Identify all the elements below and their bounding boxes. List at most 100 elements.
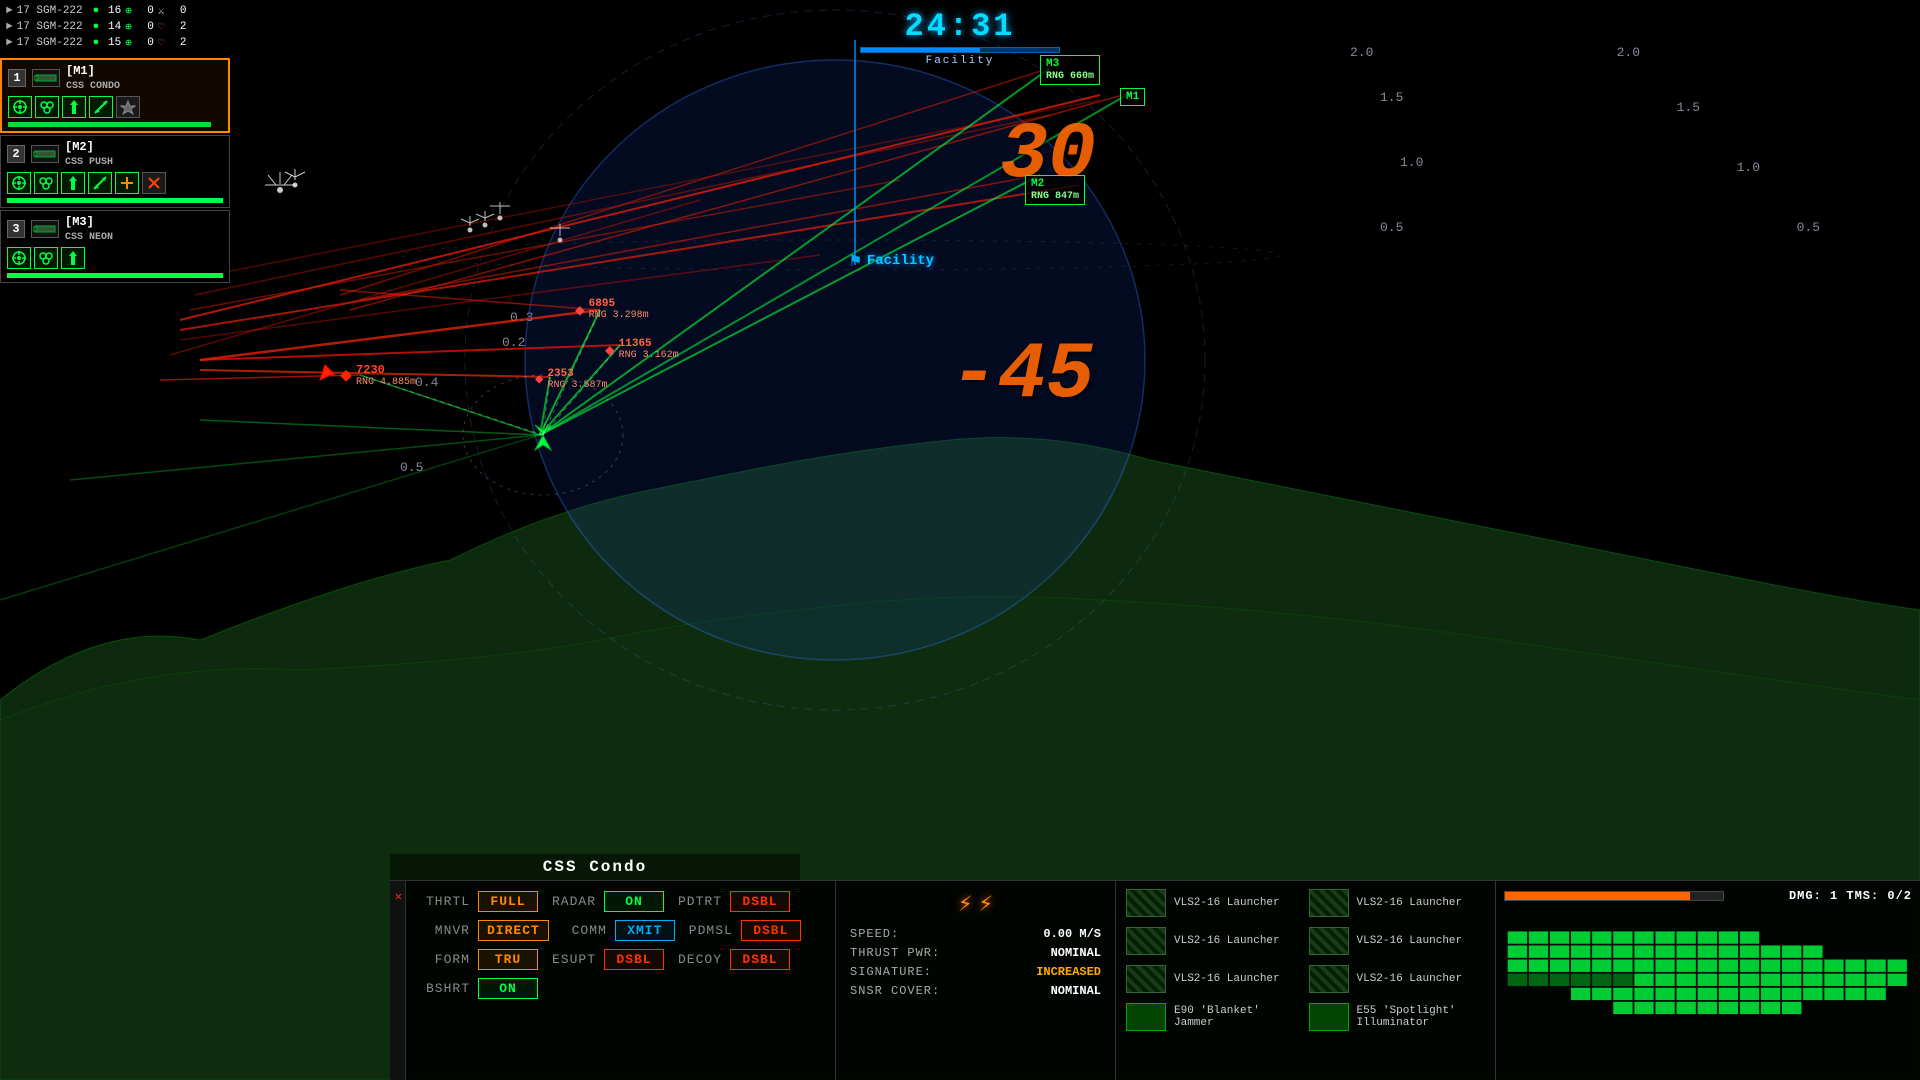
enemy-11365: ◆ 11365 RNG 3.162m (605, 338, 679, 361)
weapon-e90: E90 'Blanket'Jammer (1126, 1003, 1303, 1031)
lightning-icons: ⚡ ⚡ (850, 889, 1101, 919)
left-edge-indicator: ✕ (390, 881, 406, 1080)
esupt-label: ESUPT (546, 952, 596, 967)
unit-action-target-3[interactable] (7, 247, 31, 269)
lightning-icon-2: ⚡ (979, 889, 993, 919)
weapon-name-vls3: VLS2-16 Launcher (1174, 935, 1280, 947)
facility-marker: ⚑ Facility (850, 250, 934, 272)
bshrt-value[interactable]: ON (478, 978, 538, 999)
game-canvas: 2.0 1.5 1.0 0.5 2.0 1.5 1.0 0.5 0.5 0.4 … (0, 0, 1920, 1080)
thrtl-label: THRTL (420, 894, 470, 909)
snsr-row: SNSR COVER: NOMINAL (850, 984, 1101, 998)
unit-name-2: [M2]CSS PUSH (65, 140, 113, 168)
unit-health-3 (7, 273, 223, 278)
range-label-05-bl: 0.5 (400, 460, 423, 475)
pdmsl-value[interactable]: DSBL (741, 920, 801, 941)
unit-subname-2: CSS PUSH (65, 157, 113, 168)
missile-dot-3: ● (93, 37, 100, 49)
weapon-name-vls6: VLS2-16 Launcher (1357, 973, 1463, 985)
speed-row: SPEED: 0.00 M/S (850, 927, 1101, 941)
enemy-7230-id: 7230 (356, 363, 416, 377)
m2-id: M2 (1031, 178, 1044, 190)
weapon-e55: E55 'Spotlight'Illuminator (1309, 1003, 1486, 1031)
unit-action-move-3[interactable] (61, 247, 85, 269)
missile-count-3: 15 (103, 37, 121, 49)
unit-action-group-2[interactable] (34, 172, 58, 194)
unit-action-group-3[interactable] (34, 247, 58, 269)
mnvr-label: MNVR (420, 923, 470, 938)
unit-action-special2-2[interactable] (115, 172, 139, 194)
unit-card-1[interactable]: 1 [M1]CSS CONDO (0, 58, 230, 133)
facility-label: Facility (867, 253, 934, 269)
unit-action-move-2[interactable] (61, 172, 85, 194)
unit-icon-2 (31, 145, 59, 163)
range-label-10-right: 1.0 (1400, 155, 1423, 170)
unit-card-2[interactable]: 2 [M2]CSS PUSH (0, 135, 230, 208)
unit-health-2 (7, 198, 223, 203)
thrust-key: THRUST PWR: (850, 946, 940, 960)
unit-name-1: [M1]CSS CONDO (66, 64, 120, 92)
enemy-2353-rng: RNG 3.587m (547, 380, 607, 391)
decoy-label: DECOY (672, 952, 722, 967)
weapon-vls4: VLS2-16 Launcher (1309, 927, 1486, 955)
weapon-icon-vls5 (1126, 965, 1166, 993)
unit-panel: ► 17 SGM-222 ● 16 ⊕ 0 ⚔ 0 ► 17 SGM-222 ●… (0, 0, 230, 283)
form-value[interactable]: TRU (478, 949, 538, 970)
weapon-pair-3: VLS2-16 Launcher VLS2-16 Launcher (1126, 965, 1485, 999)
radar-label: RADAR (546, 894, 596, 909)
unit-action-attack-2[interactable] (88, 172, 112, 194)
comm-value[interactable]: XMIT (615, 920, 675, 941)
bshrt-label: BSHRT (420, 981, 470, 996)
unit-action-x-2[interactable] (142, 172, 166, 194)
weapon-name-vls1: VLS2-16 Launcher (1174, 897, 1280, 909)
unit-num-2: 2 (7, 145, 25, 163)
missile-v3-1: 0 (168, 5, 186, 17)
unit-action-target-2[interactable] (7, 172, 31, 194)
weapon-vls6: VLS2-16 Launcher (1309, 965, 1486, 993)
thrust-row: THRUST PWR: NOMINAL (850, 946, 1101, 960)
decoy-value[interactable]: DSBL (730, 949, 790, 970)
missile-v3-2: 2 (168, 21, 186, 33)
ship-name-bar: CSS Condo (390, 854, 800, 880)
radar-value[interactable]: ON (604, 891, 664, 912)
stats-panel: ⚡ ⚡ SPEED: 0.00 M/S THRUST PWR: NOMINAL … (836, 881, 1116, 1080)
unit-subname-1: CSS CONDO (66, 81, 120, 92)
sig-key: SIGNATURE: (850, 965, 932, 979)
snsr-val: NOMINAL (1051, 984, 1101, 998)
weapon-pair-2: VLS2-16 Launcher VLS2-16 Launcher (1126, 927, 1485, 961)
range-label-04: 0.4 (415, 375, 438, 390)
range-label-15-tr: 1.5 (1677, 100, 1700, 115)
missile-dot-2: ● (93, 21, 100, 33)
form-row: FORM TRU ESUPT DSBL DECOY DSBL (420, 949, 821, 970)
unit-card-3[interactable]: 3 [M3]CSS NEON (0, 210, 230, 283)
unit-action-target-1[interactable] (8, 96, 32, 118)
weapons-panel: VLS2-16 Launcher VLS2-16 Launcher VLS2-1… (1116, 881, 1496, 1080)
missile-counts: ► 17 SGM-222 ● 16 ⊕ 0 ⚔ 0 ► 17 SGM-222 ●… (0, 0, 230, 56)
unit-action-special-1[interactable] (116, 96, 140, 118)
missile-arrow-3: ► (6, 37, 13, 49)
thrtl-value[interactable]: FULL (478, 891, 538, 912)
speed-key: SPEED: (850, 927, 899, 941)
enemy-7230: ◆ 7230 RNG 4.885m (340, 362, 416, 388)
map-unit-m1: M1 (1120, 88, 1145, 106)
thrust-val: NOMINAL (1051, 946, 1101, 960)
comm-label: COMM (557, 923, 607, 938)
weapon-name-vls5: VLS2-16 Launcher (1174, 973, 1280, 985)
range-label-15-right: 1.5 (1380, 90, 1403, 105)
mnvr-value[interactable]: DIRECT (478, 920, 549, 941)
pdmsl-label: PDMSL (683, 923, 733, 938)
unit-icon-3 (31, 220, 59, 238)
unit-action-move-1[interactable] (62, 96, 86, 118)
missile-sym2-1: ⚔ (158, 4, 165, 18)
missile-name-1: 17 SGM-222 (17, 5, 89, 17)
esupt-value[interactable]: DSBL (604, 949, 664, 970)
unit-action-group-1[interactable] (35, 96, 59, 118)
timer-bar: 24:31 Facility (860, 8, 1060, 67)
missile-sym1-2: ⊕ (125, 20, 132, 34)
missile-row-3: ► 17 SGM-222 ● 15 ⊕ 0 ♡ 2 (6, 36, 224, 50)
pdtrt-value[interactable]: DSBL (730, 891, 790, 912)
unit-name-3: [M3]CSS NEON (65, 215, 113, 243)
unit-subname-3: CSS NEON (65, 232, 113, 243)
unit-action-attack-1[interactable] (89, 96, 113, 118)
unit-num-3: 3 (7, 220, 25, 238)
